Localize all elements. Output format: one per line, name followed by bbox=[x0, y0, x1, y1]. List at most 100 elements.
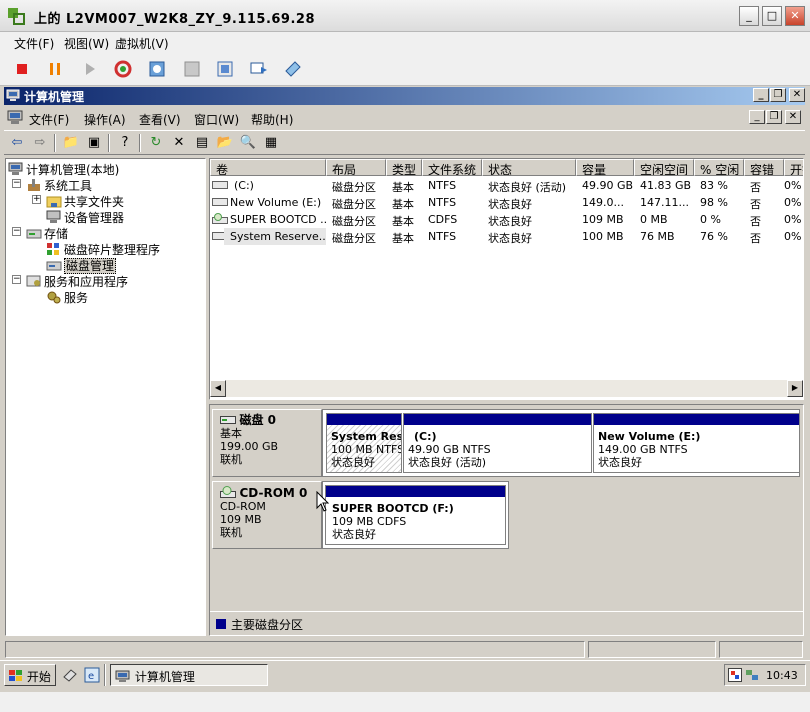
partition-c[interactable]: (C:) 49.90 GB NTFS 状态良好 (活动) bbox=[403, 413, 592, 473]
cdrom0-partitions: SUPER BOOTCD (F:) 109 MB CDFS 状态良好 bbox=[322, 481, 509, 549]
windows-logo-icon bbox=[9, 670, 22, 681]
child-close-button[interactable]: ✕ bbox=[785, 110, 801, 124]
back-icon[interactable]: ⇦ bbox=[8, 135, 26, 151]
table-row[interactable]: SUPER BOOTCD ... 磁盘分区 基本 CDFS 状态良好 109 M… bbox=[210, 211, 803, 228]
taskbar-item-computer-management[interactable]: 计算机管理 bbox=[110, 664, 268, 686]
show-hide-tree-icon[interactable]: ▣ bbox=[85, 135, 103, 151]
collapse-services-apps-icon[interactable]: − bbox=[12, 275, 21, 284]
tree-node-services[interactable]: 服务 bbox=[46, 289, 88, 306]
tray-display-icon[interactable] bbox=[728, 668, 742, 682]
partition-info: System Res 100 MB NTFS 状态良好 bbox=[331, 430, 401, 469]
tree-node-system-tools[interactable]: 系统工具 bbox=[26, 177, 92, 194]
column-header-overhead[interactable]: 开销 bbox=[784, 159, 803, 176]
tree-node-storage[interactable]: 存储 bbox=[26, 225, 68, 242]
start-button[interactable]: 开始 bbox=[4, 664, 56, 686]
refresh-icon[interactable]: ↻ bbox=[147, 135, 165, 151]
mmc-menu-view[interactable]: 查看(V) bbox=[139, 111, 181, 128]
cell-capacity: 149.0... bbox=[582, 196, 624, 209]
settings-icon[interactable]: ▦ bbox=[262, 135, 280, 151]
vm-menu-bar: 文件(F) 视图(W) 虚拟机(V) bbox=[0, 32, 810, 52]
tray-network-icon[interactable] bbox=[745, 668, 759, 682]
snapshot-icon[interactable] bbox=[147, 59, 167, 79]
cdrom0-label[interactable]: CD-ROM 0 CD-ROM 109 MB 联机 bbox=[212, 481, 322, 549]
svg-text:e: e bbox=[88, 671, 94, 682]
reset-icon[interactable] bbox=[113, 59, 133, 79]
taskbar-separator bbox=[104, 664, 106, 686]
collapse-system-tools-icon[interactable]: − bbox=[12, 179, 21, 188]
computer-management-icon bbox=[6, 89, 20, 101]
column-header-type[interactable]: 类型 bbox=[386, 159, 422, 176]
partition-e[interactable]: New Volume (E:) 149.00 GB NTFS 状态良好 bbox=[593, 413, 800, 473]
vm-menu-view[interactable]: 视图(W) bbox=[64, 35, 109, 52]
table-row[interactable]: System Reserve... 磁盘分区 基本 NTFS 状态良好 100 … bbox=[210, 228, 803, 245]
tree-node-device-manager[interactable]: 设备管理器 bbox=[46, 209, 124, 226]
disk0-state: 联机 bbox=[220, 453, 242, 466]
mmc-close-button[interactable]: ✕ bbox=[789, 88, 805, 102]
column-header-volume[interactable]: 卷 bbox=[210, 159, 326, 176]
vm-menu-file[interactable]: 文件(F) bbox=[14, 35, 54, 52]
partition-f[interactable]: SUPER BOOTCD (F:) 109 MB CDFS 状态良好 bbox=[325, 485, 506, 545]
scroll-left-icon[interactable]: ◀ bbox=[210, 380, 226, 397]
partition-system-reserved[interactable]: System Res 100 MB NTFS 状态良好 bbox=[326, 413, 402, 473]
column-header-status[interactable]: 状态 bbox=[482, 159, 576, 176]
quicklaunch-ie-icon[interactable]: e bbox=[84, 667, 100, 683]
table-row[interactable]: (C:) 磁盘分区 基本 NTFS 状态良好 (活动) 49.90 GB 41.… bbox=[210, 177, 803, 194]
pause-icon[interactable] bbox=[45, 59, 65, 79]
quicklaunch-eraser-icon[interactable] bbox=[62, 668, 78, 682]
cdrom0-name: CD-ROM 0 bbox=[239, 486, 308, 500]
properties-icon[interactable]: ▤ bbox=[193, 135, 211, 151]
mmc-menu-file[interactable]: 文件(F) bbox=[29, 111, 69, 128]
taskbar-item-label: 计算机管理 bbox=[134, 670, 195, 684]
child-restore-button[interactable]: ❐ bbox=[766, 110, 782, 124]
console-menu-icon[interactable] bbox=[7, 110, 23, 125]
vm-menu-vm[interactable]: 虚拟机(V) bbox=[115, 35, 169, 52]
table-row[interactable]: New Volume (E:) 磁盘分区 基本 NTFS 状态良好 149.0.… bbox=[210, 194, 803, 211]
device-manager-icon bbox=[46, 210, 62, 224]
revert-snapshot-icon[interactable] bbox=[182, 59, 202, 79]
tree-node-services-apps[interactable]: 服务和应用程序 bbox=[26, 273, 128, 290]
disk0-label[interactable]: 磁盘 0 基本 199.00 GB 联机 bbox=[212, 409, 322, 477]
tree-root-node[interactable]: 计算机管理(本地) bbox=[8, 161, 119, 178]
column-header-filesystem[interactable]: 文件系统 bbox=[422, 159, 482, 176]
cell-pct-free: 76 % bbox=[700, 230, 728, 243]
cell-filesystem: CDFS bbox=[428, 213, 458, 226]
horizontal-scrollbar[interactable]: ◀ ▶ bbox=[210, 380, 803, 397]
column-header-capacity[interactable]: 容量 bbox=[576, 159, 634, 176]
column-header-layout[interactable]: 布局 bbox=[326, 159, 386, 176]
maximize-button[interactable]: □ bbox=[762, 6, 782, 26]
child-minimize-button[interactable]: _ bbox=[749, 110, 765, 124]
cell-overhead: 0% bbox=[784, 213, 802, 226]
mmc-minimize-button[interactable]: _ bbox=[753, 88, 769, 102]
snapshot-manager-icon[interactable] bbox=[215, 59, 235, 79]
cell-volume: System Reserve... bbox=[224, 228, 326, 245]
mmc-menu-help[interactable]: 帮助(H) bbox=[251, 111, 293, 128]
tree-node-disk-management[interactable]: 磁盘管理 bbox=[46, 257, 117, 274]
disk0-kind: 基本 bbox=[220, 427, 242, 440]
collapse-storage-icon[interactable]: − bbox=[12, 227, 21, 236]
column-header-free-space[interactable]: 空闲空间 bbox=[634, 159, 694, 176]
minimize-button[interactable]: _ bbox=[739, 6, 759, 26]
scroll-right-icon[interactable]: ▶ bbox=[787, 380, 803, 397]
mmc-restore-button[interactable]: ❐ bbox=[770, 88, 786, 102]
column-header-pct-free[interactable]: % 空闲 bbox=[694, 159, 744, 176]
search-icon[interactable]: 🔍 bbox=[239, 135, 257, 151]
help-icon[interactable]: ? bbox=[116, 135, 134, 151]
column-header-fault-tolerance[interactable]: 容错 bbox=[744, 159, 784, 176]
close-button[interactable]: ✕ bbox=[785, 6, 805, 26]
forward-icon[interactable]: ⇨ bbox=[31, 135, 49, 151]
open-folder-icon[interactable]: 📂 bbox=[216, 135, 234, 151]
mmc-menu-action[interactable]: 操作(A) bbox=[84, 111, 126, 128]
partition-status: 状态良好 bbox=[598, 456, 642, 469]
tree-node-shared-folders[interactable]: 共享文件夹 bbox=[46, 193, 124, 210]
up-folder-icon[interactable]: 📁 bbox=[62, 135, 80, 151]
fullscreen-icon[interactable] bbox=[283, 59, 303, 79]
expand-shared-folders-icon[interactable]: + bbox=[32, 195, 41, 204]
partition-name: (C:) bbox=[414, 430, 437, 443]
mmc-menu-window[interactable]: 窗口(W) bbox=[194, 111, 239, 128]
tree-node-defrag[interactable]: 磁盘碎片整理程序 bbox=[46, 241, 160, 258]
console-view-icon[interactable] bbox=[249, 59, 269, 79]
status-pane-main bbox=[5, 641, 585, 658]
play-icon[interactable] bbox=[80, 59, 100, 79]
delete-icon[interactable]: ✕ bbox=[170, 135, 188, 151]
stop-icon[interactable] bbox=[12, 59, 32, 79]
